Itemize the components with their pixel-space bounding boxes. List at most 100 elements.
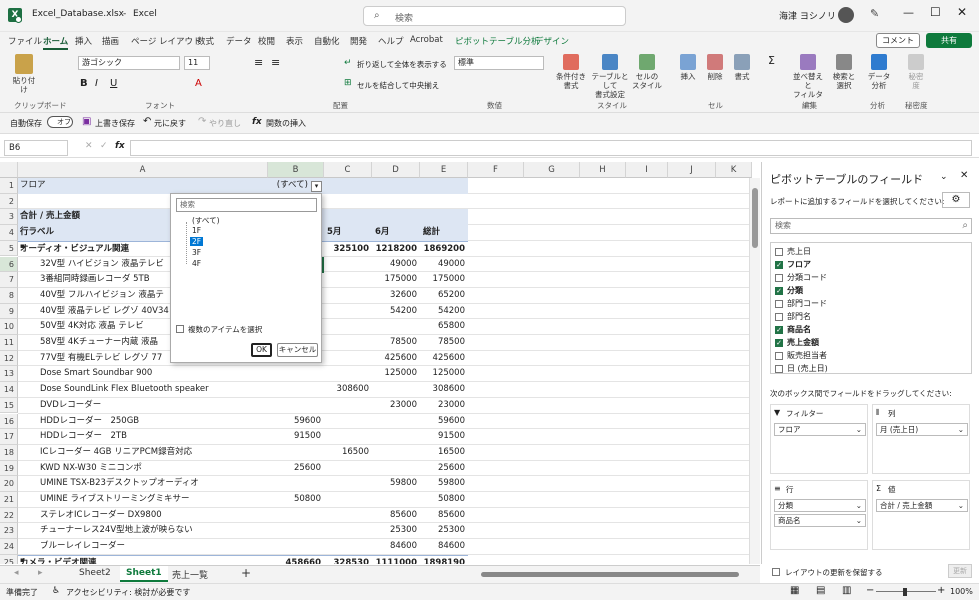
field-checkbox[interactable]: ✓ [775, 286, 783, 295]
cell-b20[interactable] [268, 476, 324, 492]
cell-c14[interactable]: 308600 [324, 382, 372, 398]
cell-b13[interactable] [268, 366, 324, 382]
cell-c4[interactable]: 5月 [324, 225, 372, 241]
cell-e23[interactable]: 25300 [420, 523, 468, 539]
cell-e11[interactable]: 78500 [420, 335, 468, 351]
row-header[interactable]: 12 [0, 350, 18, 367]
cell-e18[interactable]: 16500 [420, 445, 468, 461]
wrap-text-button[interactable]: 折り返して全体を表示する [357, 59, 447, 70]
maximize-icon[interactable]: ☐ [930, 5, 941, 19]
cell-d11[interactable]: 78500 [372, 335, 420, 351]
cell-a22[interactable]: ステレオICレコーダー DX9800 [18, 508, 268, 524]
add-sheet-icon[interactable]: + [241, 566, 251, 580]
row-header[interactable]: 7 [0, 272, 18, 288]
cell-d5[interactable]: 1218200 [372, 240, 420, 257]
menu-draw[interactable]: 描画 [102, 35, 119, 47]
zoom-thumb[interactable] [903, 588, 907, 596]
font-size-select[interactable]: 11 [184, 56, 210, 70]
cell-d18[interactable] [372, 445, 420, 461]
row-header[interactable]: 22 [0, 507, 18, 524]
cell-d22[interactable]: 85600 [372, 508, 420, 524]
cell-c2[interactable] [324, 194, 372, 210]
cell-c20[interactable] [324, 476, 372, 492]
scroll-thumb[interactable] [752, 188, 758, 248]
filter-pill-floor[interactable]: フロア ⌄ [774, 423, 866, 436]
field-checkbox[interactable]: ✓ [775, 260, 783, 269]
field-item[interactable]: ✓ 商品名 [775, 325, 811, 335]
cell-c13[interactable] [324, 366, 372, 382]
cell-e5[interactable]: 1869200 [420, 240, 468, 257]
insert-function-button[interactable]: 関数の挿入 [266, 118, 306, 129]
cell-c9[interactable] [324, 304, 372, 320]
function-icon[interactable]: fx [252, 117, 262, 127]
field-checkbox[interactable] [775, 364, 783, 373]
cell-e1[interactable] [420, 178, 468, 194]
filter-item-1f[interactable]: 1F [192, 226, 201, 235]
pane-close-icon[interactable]: ✕ [960, 170, 968, 181]
cell-c18[interactable]: 16500 [324, 445, 372, 461]
prev-sheet-icon[interactable]: ◂ [14, 568, 19, 578]
cell-d13[interactable]: 125000 [372, 366, 420, 382]
cell-e7[interactable]: 175000 [420, 272, 468, 288]
minimize-icon[interactable]: — [903, 6, 914, 19]
analyze-data-button[interactable]: データ 分析 [866, 54, 892, 90]
find-select-button[interactable]: 検索と 選択 [828, 54, 860, 90]
cell-b19[interactable]: 25600 [268, 461, 324, 477]
sheet-tab-sheet1[interactable]: Sheet1 [120, 566, 168, 582]
cell-b21[interactable]: 50800 [268, 492, 324, 508]
filter-item-all[interactable]: (すべて) [192, 215, 220, 226]
vertical-scrollbar[interactable] [749, 178, 760, 564]
col-header-b[interactable]: B [268, 162, 324, 178]
row-pill-category[interactable]: 分類 ⌄ [774, 499, 866, 512]
h-scroll-thumb[interactable] [481, 572, 739, 577]
zoom-out-icon[interactable]: − [866, 585, 874, 596]
cell-d1[interactable] [372, 178, 420, 194]
delete-cells-button[interactable]: 削除 [703, 54, 727, 81]
menu-help[interactable]: ヘルプ [378, 35, 404, 47]
cell-d2[interactable] [372, 194, 420, 210]
col-header-h[interactable]: H [580, 162, 626, 178]
row-pill-product[interactable]: 商品名 ⌄ [774, 514, 866, 527]
formula-input[interactable] [130, 140, 972, 156]
field-checkbox[interactable]: ✓ [775, 338, 783, 347]
cell-c11[interactable] [324, 335, 372, 351]
undo-button[interactable]: 元に戻す [154, 118, 186, 129]
column-area[interactable]: ⦀ 列 月 (売上日) ⌄ [872, 404, 970, 474]
cell-e22[interactable]: 85600 [420, 508, 468, 524]
bold-icon[interactable]: B [80, 78, 88, 89]
filter-ok-button[interactable]: OK [251, 343, 272, 357]
cell-e8[interactable]: 65200 [420, 288, 468, 304]
cell-d8[interactable]: 32600 [372, 288, 420, 304]
menu-insert[interactable]: 挿入 [75, 35, 92, 47]
menu-file[interactable]: ファイル [8, 35, 42, 47]
format-cells-button[interactable]: 書式 [730, 54, 754, 81]
format-as-table-button[interactable]: テーブルとして 書式設定 [588, 54, 632, 99]
cell-e4[interactable]: 総計 [420, 225, 468, 241]
cell-e17[interactable]: 91500 [420, 429, 468, 445]
menu-data[interactable]: データ [226, 35, 252, 47]
cell-c15[interactable] [324, 398, 372, 414]
cell-a20[interactable]: UMINE TSX-B23デスクトップオーディオ [18, 476, 268, 492]
row-header[interactable]: 24 [0, 539, 18, 555]
autosave-toggle[interactable]: オフ [47, 116, 73, 128]
align-center-icon[interactable]: ≡ [271, 56, 280, 69]
cell-a17[interactable]: HDDレコーダー 2TB [18, 429, 268, 445]
row-header[interactable]: 16 [0, 413, 18, 430]
cell-d12[interactable]: 425600 [372, 351, 420, 367]
value-area[interactable]: Σ 値 合計 / 売上金額 ⌄ [872, 480, 970, 550]
value-pill-sum[interactable]: 合計 / 売上金額 ⌄ [876, 499, 968, 512]
cell-e2[interactable] [420, 194, 468, 210]
cell-e3[interactable] [420, 209, 468, 226]
row-header[interactable]: 2 [0, 193, 18, 210]
search-box[interactable]: ⌕ 検索 [363, 6, 626, 26]
cell-a16[interactable]: HDDレコーダー 250GB [18, 414, 268, 430]
cell-d7[interactable]: 175000 [372, 272, 420, 288]
cell-a1[interactable]: フロア [18, 178, 268, 194]
cell-e14[interactable]: 308600 [420, 382, 468, 398]
wrap-text-icon[interactable]: ↵ [344, 58, 352, 68]
cell-e12[interactable]: 425600 [420, 351, 468, 367]
cell-c10[interactable] [324, 319, 372, 335]
cell-d9[interactable]: 54200 [372, 304, 420, 320]
zoom-level[interactable]: 100% [950, 587, 973, 596]
underline-icon[interactable]: U [110, 78, 117, 89]
